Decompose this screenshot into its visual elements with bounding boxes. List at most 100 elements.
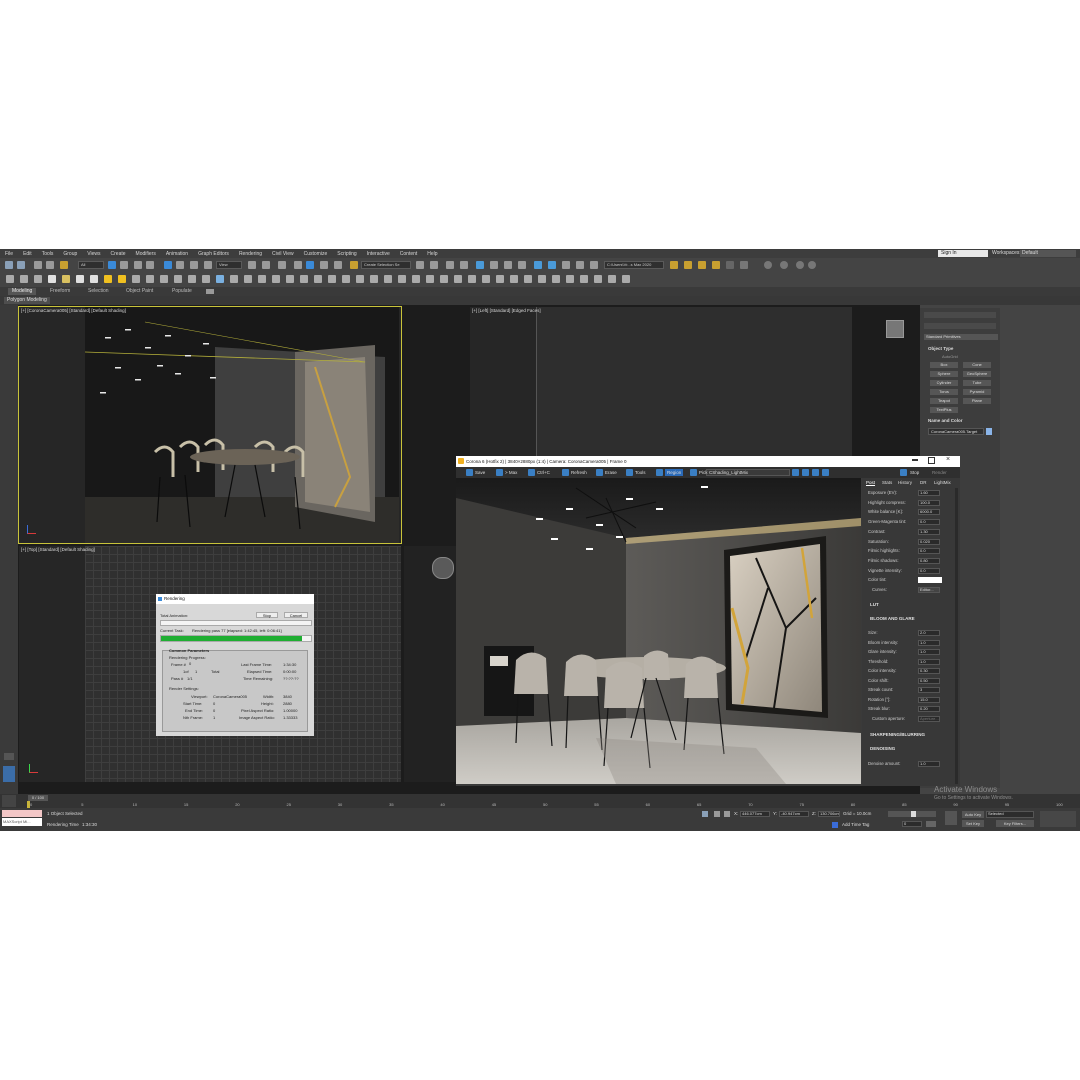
corona-tool-icon-26[interactable]	[356, 275, 364, 283]
corona-tool-icon-1[interactable]	[6, 275, 14, 283]
percent-snap-icon[interactable]	[320, 261, 328, 269]
tone-value-0[interactable]: 1.60	[918, 490, 940, 496]
sharpening-section[interactable]: SHARPENING/BLURRING	[870, 732, 925, 737]
object-type-head[interactable]: Object Type	[928, 346, 953, 351]
menu-item-rendering[interactable]: Rendering	[234, 251, 267, 257]
corona-tool-icon-18[interactable]	[244, 275, 252, 283]
corona-tool-icon-32[interactable]	[440, 275, 448, 283]
corona-tool-icon-29[interactable]	[398, 275, 406, 283]
polygon-modeling-tab[interactable]: Polygon Modeling	[4, 297, 50, 304]
scene-explorer-icon[interactable]	[446, 261, 454, 269]
steering-wheel-icon[interactable]	[432, 557, 454, 579]
menu-item-file[interactable]: File	[0, 251, 18, 257]
corona-tool-icon-24[interactable]	[328, 275, 336, 283]
tone-value-3[interactable]: 0.0	[918, 519, 940, 526]
corona-tool-icon-43[interactable]	[594, 275, 602, 283]
corona-tool-icon-3[interactable]	[34, 275, 42, 283]
corona-tool-icon-21[interactable]	[286, 275, 294, 283]
vfb-stop-button[interactable]: Stop	[910, 469, 919, 476]
curves-checkbox[interactable]: Curves:	[872, 587, 887, 592]
placement-icon[interactable]	[204, 261, 212, 269]
selection-lock-icon[interactable]	[714, 811, 720, 817]
menu-item-content[interactable]: Content	[395, 251, 423, 257]
tube-button[interactable]: Tube	[963, 380, 991, 386]
vfb-tab-dr[interactable]: DR	[920, 480, 927, 485]
project-folder-select[interactable]: C:\Users\Vr...s Max 2020	[604, 261, 664, 269]
corona-tool-icon-28[interactable]	[384, 275, 392, 283]
vfb-tab-history[interactable]: History	[898, 480, 912, 485]
keyboard-shortcut-icon[interactable]	[278, 261, 286, 269]
set-key-icon[interactable]	[945, 811, 957, 825]
plane-button[interactable]: Plane	[963, 398, 991, 404]
corona-tool-icon-41[interactable]	[566, 275, 574, 283]
render-setup-icon[interactable]	[534, 261, 542, 269]
tab-freeform[interactable]: Freeform	[46, 288, 74, 295]
menu-item-create[interactable]: Create	[106, 251, 131, 257]
vfb-tab-lightmix[interactable]: LightMix	[934, 480, 951, 485]
custom-aperture-checkbox[interactable]: Custom aperture:	[872, 716, 905, 721]
tone-value-4[interactable]: 1.30	[918, 528, 940, 535]
corona-tool-icon-10[interactable]	[132, 275, 140, 283]
rotate-icon[interactable]	[176, 261, 184, 269]
bloom-value-3[interactable]: 1.0	[918, 658, 940, 665]
tone-value-8[interactable]: 0.0	[918, 567, 940, 574]
corona-tool-icon-37[interactable]	[510, 275, 518, 283]
ctrl-c-icon[interactable]	[528, 469, 535, 476]
vfb-save-button[interactable]: Save	[475, 469, 485, 476]
aperture-button[interactable]: Aperture...	[918, 715, 940, 722]
corona-tool-icon-15[interactable]	[202, 275, 210, 283]
vfb-tab-stats[interactable]: Stats	[882, 480, 892, 485]
corona-tool-icon-13[interactable]	[174, 275, 182, 283]
bloom-value-0[interactable]: 2.0	[918, 630, 940, 637]
corona-tool-icon-2[interactable]	[20, 275, 28, 283]
corona-tool-icon-45[interactable]	[622, 275, 630, 283]
top-viewport-label[interactable]: [+] [Top] [Standard] [Default Shading]	[21, 547, 95, 552]
textplus-button[interactable]: TextPlus	[930, 407, 958, 413]
isolate-selection-icon[interactable]	[702, 811, 708, 817]
tab-populate[interactable]: Populate	[168, 288, 196, 295]
workspace-select[interactable]: Default	[1020, 250, 1076, 257]
corona-tool-icon-23[interactable]	[314, 275, 322, 283]
corona-tool-icon-38[interactable]	[524, 275, 532, 283]
tab-selection[interactable]: Selection	[84, 288, 113, 295]
minimize-icon[interactable]	[912, 459, 918, 461]
corona-tool-icon-11[interactable]	[146, 275, 154, 283]
select-object-icon[interactable]	[108, 261, 116, 269]
key-mode-select[interactable]: Selected	[986, 811, 1034, 818]
name-color-head[interactable]: Name and Color	[928, 418, 963, 423]
tools-icon[interactable]	[626, 469, 633, 476]
corona-tool-icon-14[interactable]	[188, 275, 196, 283]
save-folder-icon[interactable]	[684, 261, 692, 269]
link-icon[interactable]	[34, 261, 42, 269]
cone-button[interactable]: Cone	[963, 362, 991, 368]
project-icon[interactable]	[698, 261, 706, 269]
timeline-toggle-icon[interactable]	[2, 795, 16, 807]
select-by-name-icon[interactable]	[120, 261, 128, 269]
cylinder-button[interactable]: Cylinder	[930, 380, 958, 386]
tone-value-2[interactable]: 6000.0	[918, 509, 940, 516]
object-color-swatch[interactable]	[986, 428, 992, 435]
viewport-layout-icon[interactable]	[3, 766, 15, 782]
mirror-icon[interactable]	[416, 261, 424, 269]
corona-tool-icon-9[interactable]	[118, 275, 126, 283]
corona-tool-icon-7[interactable]	[90, 275, 98, 283]
unlink-icon[interactable]	[46, 261, 54, 269]
vfb-erase-button[interactable]: Erase	[605, 469, 617, 476]
command-panel-tabs[interactable]	[924, 312, 996, 318]
bloom-value-6[interactable]: 3	[918, 687, 940, 694]
corona-tool-icon-34[interactable]	[468, 275, 476, 283]
menu-item-tools[interactable]: Tools	[37, 251, 59, 257]
stop-button[interactable]: Stop	[256, 612, 278, 618]
time-tag-icon[interactable]	[832, 822, 838, 828]
primitive-type-select[interactable]: Standard Primitives	[924, 334, 998, 340]
close-icon[interactable]: ×	[946, 456, 950, 463]
color-tint-swatch[interactable]	[918, 577, 942, 584]
curves-editor-button[interactable]: Editor...	[918, 587, 940, 594]
bloom-glare-section[interactable]: BLOOM AND GLARE	[870, 616, 915, 621]
corona-tool-icon-42[interactable]	[580, 275, 588, 283]
bloom-value-7[interactable]: 15.0	[918, 696, 940, 703]
tone-value-6[interactable]: 0.0	[918, 548, 940, 555]
select-manipulate-icon[interactable]	[262, 261, 270, 269]
region-icon[interactable]	[656, 469, 663, 476]
lut-section[interactable]: LUT	[870, 602, 879, 607]
